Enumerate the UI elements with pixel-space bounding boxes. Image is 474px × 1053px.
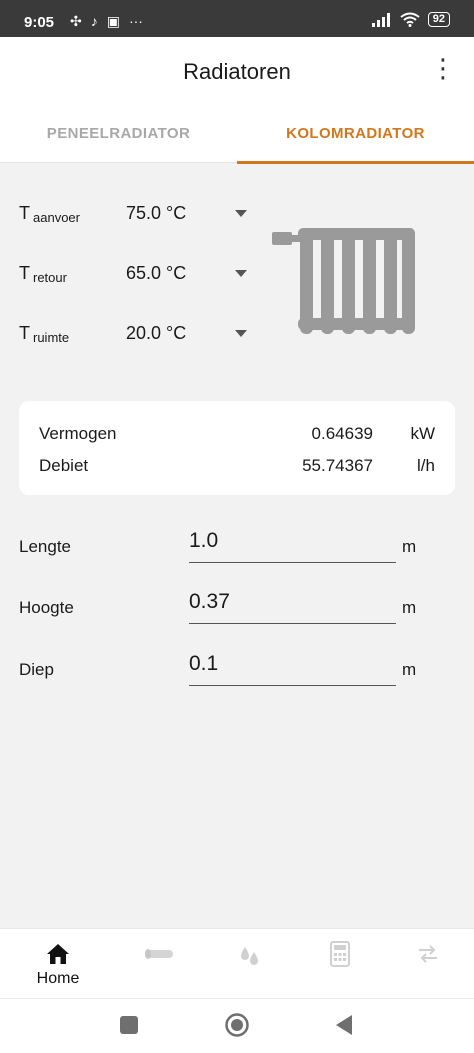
temperature-select-ruimte[interactable]: Truimte 20.0 °C [19,320,259,350]
signal-icon [371,12,390,27]
swap-arrows-icon [419,945,437,963]
temperature-select-aanvoer[interactable]: Taanvoer 75.0 °C [19,200,259,230]
recents-button[interactable] [120,1016,139,1035]
hoogte-input[interactable]: 0.37 [189,584,396,624]
dimension-label: Diep [19,660,54,679]
dimension-row-diep: Diep 0.1 m [19,646,439,686]
status-time: 9:05 [24,14,55,31]
tab-kolomradiator[interactable]: KOLOMRADIATOR [237,105,474,164]
home-button[interactable] [224,1012,250,1038]
result-value: 0.64639 [311,424,373,443]
dimension-row-hoogte: Hoogte 0.37 m [19,584,439,624]
result-unit: l/h [417,456,435,475]
pipe-icon [145,949,173,959]
result-row-debiet: Debiet 55.74367 l/h [39,456,435,478]
dimension-unit: m [402,660,417,679]
battery-icon: 92 [427,12,450,27]
diep-input[interactable]: 0.1 [189,646,396,686]
bottom-navigation: Home [0,928,474,998]
drops-icon [241,947,258,965]
dimension-unit: m [402,537,417,556]
more-dots-icon: ··· [128,13,143,29]
result-value: 55.74367 [302,456,373,475]
temperature-label: Taanvoer [19,203,80,225]
temperature-value: 20.0 °C [126,323,187,343]
temperature-value: 65.0 °C [126,263,187,283]
temperature-select-retour[interactable]: Tretour 65.0 °C [19,260,259,290]
page-title: Radiatoren [183,59,291,84]
home-icon [47,944,69,964]
nav-label: Home [36,970,80,987]
calculator-icon [330,941,350,967]
status-notification-icons: ✣ ♪ ▣ ··· [70,13,143,30]
temperature-label: Truimte [19,323,70,345]
calendar-icon: ▣ [106,13,120,29]
overflow-menu-icon[interactable]: ⋮ [430,55,456,81]
dimension-row-lengte: Lengte 1.0 m [19,523,439,563]
result-name: Debiet [39,456,89,475]
tab-peneelradiator[interactable]: PENEELRADIATOR [0,105,237,163]
temperature-label: Tretour [19,263,67,285]
nav-calculator[interactable] [293,929,387,999]
status-system-icons: 92 [371,12,450,27]
result-name: Vermogen [39,424,117,443]
system-navigation-bar [0,998,474,1053]
dropdown-arrow-icon[interactable] [235,270,247,277]
nav-water[interactable] [203,929,297,999]
dropdown-arrow-icon[interactable] [235,210,247,217]
fan-icon: ✣ [70,13,82,29]
dimension-label: Hoogte [19,598,74,617]
dimension-unit: m [402,598,417,617]
wifi-icon [400,12,420,27]
lengte-input[interactable]: 1.0 [189,523,396,563]
result-row-vermogen: Vermogen 0.64639 kW [39,424,435,446]
tiktok-icon: ♪ [90,13,98,29]
nav-pipe[interactable] [113,929,207,999]
tab-bar: PENEELRADIATOR KOLOMRADIATOR [0,105,474,164]
result-card: Vermogen 0.64639 kW Debiet 55.74367 l/h [19,401,455,495]
nav-home[interactable]: Home [11,929,105,999]
result-unit: kW [410,424,435,443]
nav-convert[interactable] [381,929,474,999]
status-bar: 9:05 ✣ ♪ ▣ ··· 92 [0,0,474,37]
back-button[interactable] [334,1014,354,1036]
dimension-label: Lengte [19,537,71,556]
temperature-value: 75.0 °C [126,203,187,223]
column-radiator-icon [272,228,415,334]
dropdown-arrow-icon[interactable] [235,330,247,337]
app-bar: Radiatoren ⋮ [0,37,474,105]
